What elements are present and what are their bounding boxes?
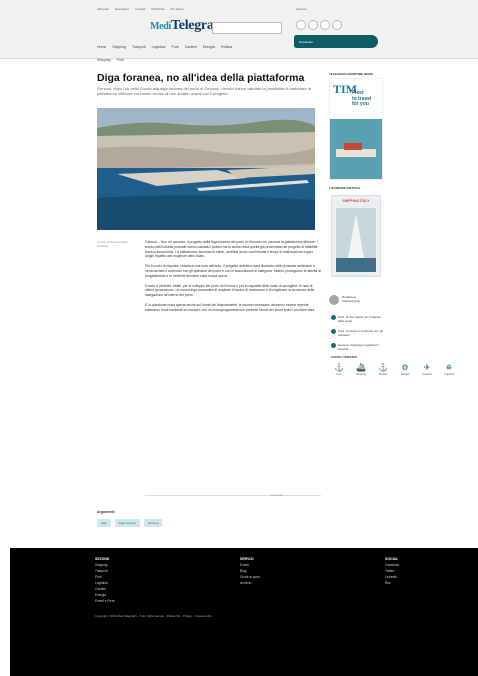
bullet-icon — [331, 315, 336, 320]
nav-item[interactable]: Home — [97, 45, 106, 49]
channel-label: Nautica — [378, 373, 388, 376]
nav-item[interactable]: Energia — [203, 45, 215, 49]
plane-icon: ✈ — [423, 363, 431, 372]
related-list: Porti, al via il piano per il rilancio d… — [331, 315, 387, 357]
lighthouse-icon: ⛯ — [445, 363, 453, 372]
photo-caption: Il porto di Genova (foto archivio) — [97, 240, 128, 248]
channel-label: Trasporti — [422, 373, 432, 376]
article-paragraph: Il nodo è centrale, infatti, per lo svil… — [145, 283, 315, 298]
magazine-cover[interactable]: SHIPPING ITALY — [331, 195, 381, 277]
tag[interactable]: Diga foranea — [114, 519, 140, 527]
footer-link[interactable]: Archivio — [240, 580, 260, 586]
channel-label: Shipping — [356, 373, 366, 376]
article-photo — [97, 108, 315, 230]
newsletter-button[interactable]: Newsletter — [294, 35, 378, 48]
footer-link[interactable]: Rss — [385, 580, 399, 586]
sidebar-ad[interactable]: TIM Fleet to travel for you — [329, 78, 383, 180]
footer-column: SERVIZI Eventi Blog Guide al porto Archi… — [240, 556, 260, 586]
channel-label: Logistica — [444, 373, 454, 376]
channel-label: Cantieri — [400, 373, 410, 376]
logo-prefix: Medi — [150, 21, 172, 32]
social-icons — [296, 20, 342, 30]
ad-heading: TELEGRAPH MARITIME NEWS — [329, 72, 373, 76]
site-footer: SEZIONI Shipping Trasporti Porti Logisti… — [10, 548, 478, 676]
article-paragraph: Più in corto la risposta, chiarisce una … — [145, 264, 321, 278]
related-title: Porti, concluso il confronto con gli ope… — [338, 329, 383, 337]
nav-item[interactable]: Politica — [221, 45, 232, 49]
search-input[interactable] — [212, 22, 282, 34]
article-body: Genova – Non c'è accordo. Il progetto de… — [145, 240, 321, 318]
bullet-icon — [331, 343, 336, 348]
nav-item[interactable]: Logistica — [152, 45, 166, 49]
channel-item[interactable]: ⚓ Porti — [331, 363, 347, 379]
nav-item[interactable]: Trasporti — [132, 45, 146, 49]
related-item[interactable]: Porti, concluso il confronto con gli ope… — [331, 329, 387, 337]
share-link[interactable]: Condividi — [270, 493, 282, 497]
magazine-heading: L'EDIZIONE DIGITALE — [329, 186, 361, 190]
top-link[interactable]: Newsletter — [115, 7, 129, 13]
footer-column: SOCIAL Facebook Twitter LinkedIn Rss — [385, 556, 399, 586]
main-nav: Home Shipping Trasporti Logistica Porti … — [97, 45, 232, 49]
ad-text: Fleet to travel for you — [352, 90, 371, 108]
tag[interactable]: Genova — [143, 519, 163, 527]
nav-item[interactable]: Cantieri — [185, 45, 197, 49]
breadcrumb: Shipping Porti — [97, 58, 124, 62]
tags-heading: Argomenti — [97, 510, 115, 514]
footer-column: SEZIONI Shipping Trasporti Porti Logisti… — [95, 556, 115, 604]
twitter-icon[interactable] — [308, 20, 318, 30]
channels-heading: CANALI TEMATICI — [331, 355, 358, 359]
top-link[interactable]: Chi siamo — [170, 7, 183, 13]
site-header: Abbonati Newsletter Contatti Pubblicità … — [0, 0, 478, 59]
linkedin-icon[interactable] — [320, 20, 330, 30]
related-title: Genova, shipping e logistica in crescita — [338, 343, 379, 351]
nav-item[interactable]: Porti — [171, 45, 178, 49]
author-box: Redazione Shipping Italy — [329, 295, 381, 305]
article-paragraph: Genova – Non c'è accordo. Il progetto de… — [145, 240, 318, 259]
site-logo[interactable]: MediTelegrap — [150, 18, 221, 34]
article-title: Diga foranea, no all'idea della piattafo… — [97, 72, 305, 84]
gear-icon: ⚙ — [401, 363, 409, 372]
top-links: Abbonati Newsletter Contatti Pubblicità … — [97, 7, 382, 13]
channel-item[interactable]: ⚙ Cantieri — [397, 363, 413, 379]
ad-text-line: for you — [352, 101, 369, 107]
related-title: Porti, al via il piano per il rilancio d… — [338, 315, 381, 323]
channel-item[interactable]: ⛯ Logistica — [441, 363, 457, 379]
top-link[interactable]: Contatti — [135, 7, 145, 13]
article-paragraph: E la questione resta aperta anche sul fr… — [145, 302, 316, 312]
port-icon: ⚓ — [334, 363, 344, 372]
channel-item[interactable]: ⚓ Nautica — [375, 363, 391, 379]
footer-legal: Copyright © 2024 Medi Telegraph – Tutti … — [95, 614, 212, 618]
related-item[interactable]: Porti, al via il piano per il rilancio d… — [331, 315, 387, 323]
breadcrumb-item[interactable]: Porti — [117, 58, 124, 62]
tag[interactable]: diga — [97, 519, 111, 527]
related-item[interactable]: Genova, shipping e logistica in crescita — [331, 343, 387, 351]
channel-icons: ⚓ Porti 🚢 Shipping ⚓ Nautica ⚙ Cantieri ✈ Tra… — [331, 363, 457, 379]
footer-link[interactable]: Eventi e Fiere — [95, 598, 115, 604]
anchor-icon: ⚓ — [378, 363, 388, 372]
ship-icon: 🚢 — [356, 363, 366, 372]
top-link[interactable]: Pubblicità — [151, 7, 164, 13]
top-link[interactable]: Abbonati — [97, 7, 109, 13]
magazine-title: SHIPPING ITALY — [342, 199, 370, 203]
bullet-icon — [331, 329, 336, 334]
facebook-icon[interactable] — [296, 20, 306, 30]
weather-location: Genova — [296, 7, 307, 11]
channel-item[interactable]: 🚢 Shipping — [353, 363, 369, 379]
tag-list: diga Diga foranea Genova — [97, 519, 163, 527]
rss-icon[interactable] — [332, 20, 342, 30]
article-subtitle: Genova, dopo l'ok della Giunta alla diga… — [97, 86, 312, 96]
breadcrumb-item[interactable]: Shipping — [97, 58, 111, 62]
nav-item[interactable]: Shipping — [112, 45, 126, 49]
newsletter-label: Newsletter — [299, 40, 314, 44]
avatar — [329, 295, 339, 305]
channel-label: Porti — [336, 373, 342, 376]
divider — [145, 495, 321, 496]
channel-item[interactable]: ✈ Trasporti — [419, 363, 435, 379]
